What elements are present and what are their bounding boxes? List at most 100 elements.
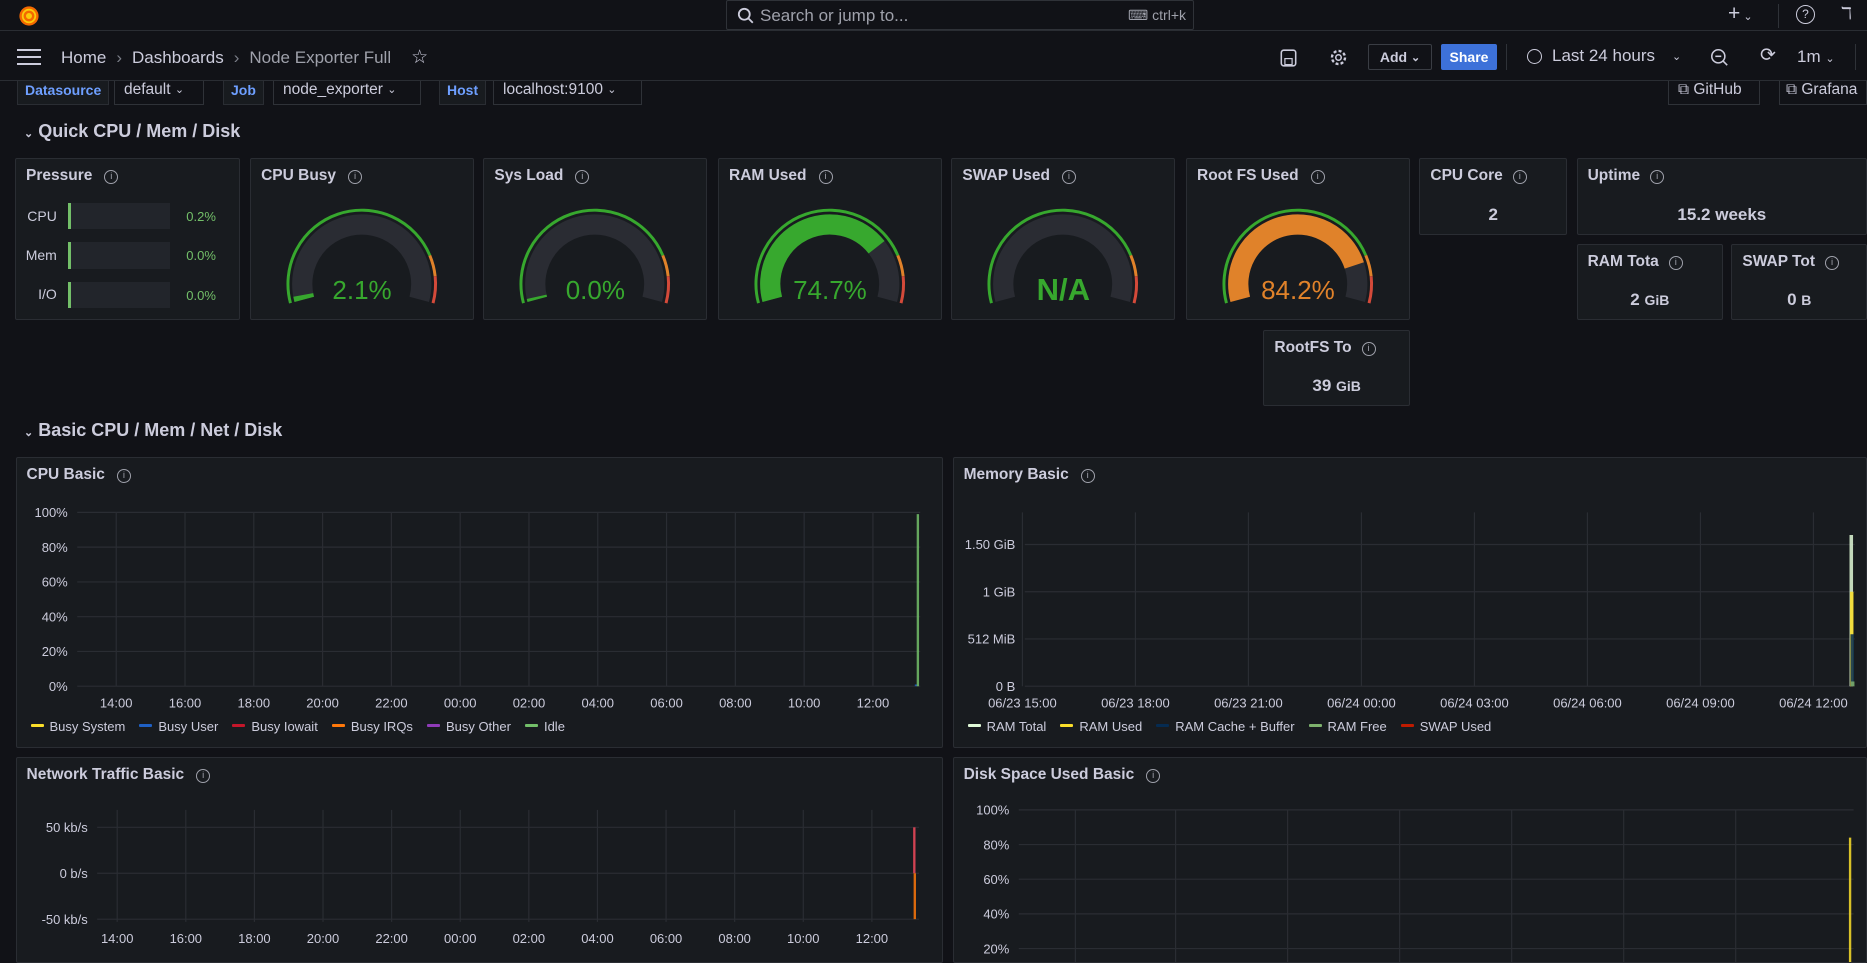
legend-item[interactable]: RAM Total <box>967 718 1047 734</box>
panel-title: Network Traffic Basic i <box>27 766 211 784</box>
legend-swatch <box>524 723 538 727</box>
legend-label: RAM Total <box>986 718 1047 734</box>
legend-swatch <box>331 723 345 727</box>
menu-hamburger-icon[interactable] <box>17 49 41 65</box>
panel-title-text: Root FS Used <box>1197 167 1299 185</box>
settings-gear-icon[interactable] <box>1329 48 1348 67</box>
row-title: Basic CPU / Mem / Net / Disk <box>38 420 283 440</box>
search-input[interactable]: Search or jump to... ⌨ ctrl+k <box>726 0 1194 30</box>
add-button[interactable]: Add ⌄ <box>1368 44 1432 70</box>
zoom-out-icon[interactable] <box>1710 48 1729 67</box>
y-tick-label: 50 kb/s <box>45 820 87 835</box>
x-tick-label: 02:00 <box>512 696 545 711</box>
gauge-threshold-arc <box>661 255 671 277</box>
pressure-bar-fill <box>68 281 71 308</box>
chart-plot[interactable]: 0 B 512 MiB 1 GiB 1.50 GiB 06/23 15:00 06/23 … <box>954 458 1867 747</box>
panel-title-text: SWAP Tot <box>1742 253 1816 271</box>
chart-plot[interactable]: 0% 20% 40% 60% 80% 100% 14:00 16:00 18:00 20:00 22… <box>17 458 943 747</box>
info-icon[interactable]: i <box>348 170 363 185</box>
panel-stat-rootfs-to: RootFS To i 39 GiB <box>1263 329 1410 406</box>
info-icon[interactable]: i <box>1146 769 1161 784</box>
chart-plot[interactable]: 20% 40% 60% 80% 100% <box>954 758 1867 963</box>
x-tick-label: 06:00 <box>649 931 681 946</box>
stat-value: 15.2 weeks <box>1578 205 1867 225</box>
y-tick-label: 60% <box>983 872 1009 887</box>
legend-label: Busy User <box>158 718 219 734</box>
info-icon[interactable]: i <box>1061 170 1076 185</box>
search-icon <box>737 7 754 24</box>
row-quick-cpu-mem-disk[interactable]: ⌄ Quick CPU / Mem / Disk <box>24 121 240 142</box>
info-icon[interactable]: i <box>116 469 131 484</box>
share-button[interactable]: Share <box>1441 44 1497 70</box>
info-icon[interactable]: i <box>196 769 211 784</box>
help-icon[interactable]: ? <box>1796 5 1815 24</box>
grafana-logo-icon[interactable] <box>17 4 41 28</box>
breadcrumb-home[interactable]: Home <box>61 48 106 68</box>
x-tick-label: 10:00 <box>787 696 820 711</box>
row-title: Quick CPU / Mem / Disk <box>38 121 241 141</box>
row-basic-cpu-mem-net-disk[interactable]: ⌄ Basic CPU / Mem / Net / Disk <box>24 420 282 441</box>
info-icon[interactable]: i <box>1650 170 1665 185</box>
x-tick-label: 10:00 <box>787 931 819 946</box>
legend-item[interactable]: Busy Iowait <box>232 719 318 734</box>
info-icon[interactable]: i <box>575 170 590 185</box>
legend-swatch <box>426 723 440 727</box>
legend-item[interactable]: RAM Cache + Buffer <box>1156 719 1295 734</box>
chart-legend: Busy System Busy User Busy Iowait Busy IRQs… <box>30 719 565 734</box>
legend-item[interactable]: Busy User <box>139 719 218 734</box>
info-icon[interactable]: i <box>1310 170 1325 185</box>
news-rss-icon[interactable]: ℸ <box>1841 4 1852 24</box>
legend-item[interactable]: RAM Used <box>1060 719 1142 734</box>
x-tick-label: 06/23 15:00 <box>988 696 1057 711</box>
info-icon[interactable]: i <box>818 170 833 185</box>
stat-number: 15.2 weeks <box>1677 204 1767 224</box>
panel-memory-basic: 0 B 512 MiB 1 GiB 1.50 GiB 06/23 15:00 06/23 … <box>952 457 1867 748</box>
star-icon[interactable]: ☆ <box>411 46 428 69</box>
legend-item[interactable]: SWAP Used <box>1400 718 1492 734</box>
panel-disk-space-used-basic: 20% 40% 60% 80% 100% Disk Space Used Basic i <box>952 757 1867 963</box>
chevron-down-icon: ⌄ <box>1825 53 1835 65</box>
info-icon[interactable]: i <box>1668 256 1683 271</box>
info-icon[interactable]: i <box>104 170 119 184</box>
variable-value: default <box>124 80 171 98</box>
legend-swatch <box>1156 723 1170 727</box>
panel-title-text: SWAP Used <box>962 167 1050 185</box>
chevron-down-icon: ⌄ <box>24 128 34 140</box>
shortcut-text: ctrl+k <box>1152 7 1186 23</box>
legend-swatch <box>967 723 981 727</box>
info-icon[interactable]: i <box>1825 256 1840 271</box>
chart-plot[interactable]: -50 kb/s 0 b/s 50 kb/s 14:00 16:00 18:00 20:00… <box>17 758 943 962</box>
refresh-icon[interactable]: ⟳ <box>1760 44 1776 67</box>
x-tick-label: 08:00 <box>719 696 752 711</box>
pressure-bar <box>68 242 170 269</box>
legend-item[interactable]: Busy Other <box>426 719 511 734</box>
link-label: Grafana <box>1801 80 1858 98</box>
stat-unit: GiB <box>1644 292 1670 309</box>
legend-item[interactable]: Busy System <box>30 719 125 734</box>
y-tick-label: 80% <box>983 838 1009 853</box>
panel-title: CPU Core i <box>1430 167 1527 185</box>
breadcrumb-dashboards[interactable]: Dashboards <box>132 48 224 68</box>
refresh-interval-picker[interactable]: 1m ⌄ <box>1797 47 1835 67</box>
legend-label: SWAP Used <box>1419 718 1492 734</box>
save-icon[interactable] <box>1280 49 1297 67</box>
legend-item[interactable]: RAM Free <box>1308 719 1387 734</box>
stat-value: 2 GiB <box>1578 290 1723 310</box>
info-icon[interactable]: i <box>1361 341 1376 356</box>
y-tick-label: -50 kb/s <box>41 912 88 927</box>
panel-gauge-swap-used: SWAP Used i N/A <box>951 158 1176 321</box>
legend-item[interactable]: Idle <box>524 719 565 734</box>
time-range-picker[interactable]: Last 24 hours ⌄ <box>1527 46 1681 66</box>
external-link-icon: ⧉ <box>1786 80 1802 98</box>
info-icon[interactable]: i <box>1512 170 1527 185</box>
search-shortcut: ⌨ ctrl+k <box>1128 7 1186 24</box>
info-icon[interactable]: i <box>1080 469 1095 484</box>
panel-title-text: CPU Busy <box>261 167 337 185</box>
new-plus-icon[interactable]: + ⌄ <box>1728 2 1753 26</box>
panel-network-traffic-basic: -50 kb/s 0 b/s 50 kb/s 14:00 16:00 18:00 20:00… <box>15 757 944 963</box>
legend-label: RAM Used <box>1079 718 1143 734</box>
x-tick-label: 18:00 <box>238 931 270 946</box>
panel-title: SWAP Tot i <box>1742 253 1840 271</box>
x-tick-label: 06:00 <box>650 696 683 711</box>
legend-item[interactable]: Busy IRQs <box>331 719 413 734</box>
